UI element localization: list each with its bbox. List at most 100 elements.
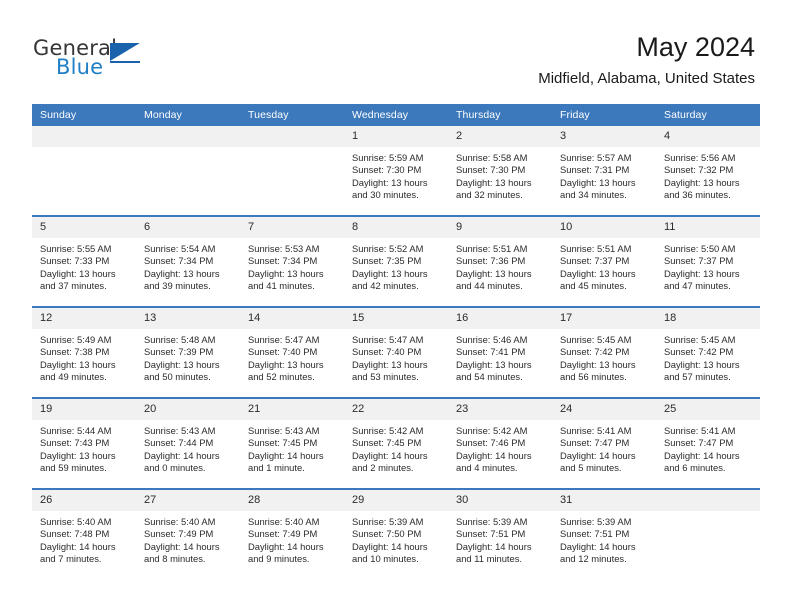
sunrise-text: Sunrise: 5:46 AM — [456, 334, 528, 345]
sunset-text: Sunset: 7:30 PM — [456, 164, 526, 176]
day-number: 5 — [32, 217, 136, 238]
calendar-day-cell[interactable]: 31 Sunrise: 5:39 AM Sunset: 7:51 PM Dayligh… — [552, 488, 656, 579]
sunset-text: Sunset: 7:48 PM — [40, 528, 110, 540]
sunset-text: Sunset: 7:31 PM — [560, 164, 630, 176]
calendar-day-cell[interactable]: 12 Sunrise: 5:49 AM Sunset: 7:38 PM Dayligh… — [32, 306, 136, 398]
day-number: 23 — [448, 399, 552, 420]
daylight-text-line1: Daylight: 14 hours — [40, 540, 116, 552]
daylight-text-line2: and 54 minutes. — [456, 371, 523, 383]
day-details: Sunrise: 5:47 AM Sunset: 7:40 PM Daylight:… — [344, 329, 448, 384]
daylight-text-line1: Daylight: 13 hours — [560, 176, 636, 188]
day-details: Sunrise: 5:58 AM Sunset: 7:30 PM Daylight:… — [448, 147, 552, 202]
calendar-day-cell[interactable]: 22 Sunrise: 5:42 AM Sunset: 7:45 PM Dayligh… — [344, 397, 448, 489]
daylight-text-line1: Daylight: 13 hours — [456, 267, 532, 279]
daylight-text-line2: and 4 minutes. — [456, 462, 518, 474]
sunrise-text: Sunrise: 5:40 AM — [144, 516, 216, 527]
sunset-text: Sunset: 7:45 PM — [248, 437, 318, 449]
day-details: Sunrise: 5:43 AM Sunset: 7:45 PM Daylight:… — [240, 420, 344, 475]
sunrise-text: Sunrise: 5:41 AM — [664, 425, 736, 436]
calendar-day-cell[interactable]: 16 Sunrise: 5:46 AM Sunset: 7:41 PM Dayligh… — [448, 306, 552, 398]
calendar-day-cell[interactable]: 6 Sunrise: 5:54 AM Sunset: 7:34 PM Daylight… — [136, 215, 240, 307]
calendar-day-cell[interactable]: 18 Sunrise: 5:45 AM Sunset: 7:42 PM Dayligh… — [656, 306, 760, 398]
calendar-day-cell[interactable]: 2 Sunrise: 5:58 AM Sunset: 7:30 PM Daylight… — [448, 126, 552, 216]
daylight-text-line2: and 36 minutes. — [664, 189, 731, 201]
calendar-day-cell[interactable]: 24 Sunrise: 5:41 AM Sunset: 7:47 PM Dayligh… — [552, 397, 656, 489]
day-details: Sunrise: 5:43 AM Sunset: 7:44 PM Daylight:… — [136, 420, 240, 475]
calendar-day-cell[interactable]: 21 Sunrise: 5:43 AM Sunset: 7:45 PM Dayligh… — [240, 397, 344, 489]
day-number: 3 — [552, 126, 656, 147]
daylight-text-line1: Daylight: 13 hours — [352, 176, 428, 188]
daylight-text-line2: and 53 minutes. — [352, 371, 419, 383]
daylight-text-line2: and 50 minutes. — [144, 371, 211, 383]
day-number — [656, 490, 760, 511]
day-number: 26 — [32, 490, 136, 511]
calendar-day-cell[interactable]: 3 Sunrise: 5:57 AM Sunset: 7:31 PM Daylight… — [552, 126, 656, 216]
sunrise-text: Sunrise: 5:43 AM — [144, 425, 216, 436]
calendar-day-cell[interactable]: 5 Sunrise: 5:55 AM Sunset: 7:33 PM Daylight… — [32, 215, 136, 307]
day-details: Sunrise: 5:45 AM Sunset: 7:42 PM Daylight:… — [552, 329, 656, 384]
calendar-day-cell[interactable]: 27 Sunrise: 5:40 AM Sunset: 7:49 PM Dayligh… — [136, 488, 240, 579]
day-details: Sunrise: 5:51 AM Sunset: 7:36 PM Daylight:… — [448, 238, 552, 293]
calendar-day-cell[interactable]: 23 Sunrise: 5:42 AM Sunset: 7:46 PM Dayligh… — [448, 397, 552, 489]
calendar-day-cell[interactable]: 28 Sunrise: 5:40 AM Sunset: 7:49 PM Dayligh… — [240, 488, 344, 579]
day-details: Sunrise: 5:51 AM Sunset: 7:37 PM Daylight:… — [552, 238, 656, 293]
calendar-day-cell[interactable]: 9 Sunrise: 5:51 AM Sunset: 7:36 PM Daylight… — [448, 215, 552, 307]
sunrise-text: Sunrise: 5:52 AM — [352, 243, 424, 254]
calendar-day-cell[interactable]: 10 Sunrise: 5:51 AM Sunset: 7:37 PM Dayligh… — [552, 215, 656, 307]
daylight-text-line1: Daylight: 13 hours — [144, 358, 220, 370]
calendar-day-cell[interactable]: 30 Sunrise: 5:39 AM Sunset: 7:51 PM Dayligh… — [448, 488, 552, 579]
day-details: Sunrise: 5:39 AM Sunset: 7:50 PM Daylight:… — [344, 511, 448, 566]
weekday-header-wednesday: Wednesday — [344, 104, 448, 126]
sunset-text: Sunset: 7:40 PM — [352, 346, 422, 358]
daylight-text-line2: and 49 minutes. — [40, 371, 107, 383]
calendar-day-cell[interactable]: 26 Sunrise: 5:40 AM Sunset: 7:48 PM Dayligh… — [32, 488, 136, 579]
day-details: Sunrise: 5:41 AM Sunset: 7:47 PM Daylight:… — [656, 420, 760, 475]
daylight-text-line2: and 34 minutes. — [560, 189, 627, 201]
calendar-day-cell[interactable]: 14 Sunrise: 5:47 AM Sunset: 7:40 PM Dayligh… — [240, 306, 344, 398]
calendar-day-cell[interactable]: 1 Sunrise: 5:59 AM Sunset: 7:30 PM Daylight… — [344, 126, 448, 216]
calendar-day-cell[interactable]: 11 Sunrise: 5:50 AM Sunset: 7:37 PM Dayligh… — [656, 215, 760, 307]
day-number: 24 — [552, 399, 656, 420]
day-details: Sunrise: 5:48 AM Sunset: 7:39 PM Daylight:… — [136, 329, 240, 384]
sunrise-sunset-calendar: Sunday Monday Tuesday Wednesday Thursday… — [32, 104, 760, 579]
calendar-week-row: 19 Sunrise: 5:44 AM Sunset: 7:43 PM Dayligh… — [32, 397, 760, 489]
day-details: Sunrise: 5:41 AM Sunset: 7:47 PM Daylight:… — [552, 420, 656, 475]
day-number: 9 — [448, 217, 552, 238]
daylight-text-line2: and 12 minutes. — [560, 553, 627, 565]
daylight-text-line2: and 11 minutes. — [456, 553, 523, 565]
calendar-cell-empty — [656, 488, 760, 579]
daylight-text-line1: Daylight: 13 hours — [40, 358, 116, 370]
sunrise-text: Sunrise: 5:58 AM — [456, 152, 528, 163]
sunrise-text: Sunrise: 5:45 AM — [560, 334, 632, 345]
calendar-week-row: 12 Sunrise: 5:49 AM Sunset: 7:38 PM Dayligh… — [32, 306, 760, 398]
sunset-text: Sunset: 7:47 PM — [664, 437, 734, 449]
calendar-day-cell[interactable]: 13 Sunrise: 5:48 AM Sunset: 7:39 PM Dayligh… — [136, 306, 240, 398]
day-number: 6 — [136, 217, 240, 238]
triangle-icon — [110, 43, 140, 61]
calendar-day-cell[interactable]: 7 Sunrise: 5:53 AM Sunset: 7:34 PM Daylight… — [240, 215, 344, 307]
sunset-text: Sunset: 7:33 PM — [40, 255, 110, 267]
daylight-text-line2: and 2 minutes. — [352, 462, 414, 474]
page-subtitle: Midfield, Alabama, United States — [538, 70, 755, 87]
calendar-day-cell[interactable]: 8 Sunrise: 5:52 AM Sunset: 7:35 PM Daylight… — [344, 215, 448, 307]
calendar-day-cell[interactable]: 4 Sunrise: 5:56 AM Sunset: 7:32 PM Daylight… — [656, 126, 760, 216]
calendar-day-cell[interactable]: 20 Sunrise: 5:43 AM Sunset: 7:44 PM Dayligh… — [136, 397, 240, 489]
calendar-day-cell[interactable]: 17 Sunrise: 5:45 AM Sunset: 7:42 PM Dayligh… — [552, 306, 656, 398]
daylight-text-line1: Daylight: 13 hours — [144, 267, 220, 279]
calendar-day-cell[interactable]: 15 Sunrise: 5:47 AM Sunset: 7:40 PM Dayligh… — [344, 306, 448, 398]
day-number: 30 — [448, 490, 552, 511]
calendar-day-cell[interactable]: 25 Sunrise: 5:41 AM Sunset: 7:47 PM Dayligh… — [656, 397, 760, 489]
day-number: 31 — [552, 490, 656, 511]
sunrise-text: Sunrise: 5:53 AM — [248, 243, 320, 254]
day-details: Sunrise: 5:56 AM Sunset: 7:32 PM Daylight:… — [656, 147, 760, 202]
calendar-day-cell[interactable]: 19 Sunrise: 5:44 AM Sunset: 7:43 PM Dayligh… — [32, 397, 136, 489]
page-title: May 2024 — [636, 32, 755, 62]
weekday-header-tuesday: Tuesday — [240, 104, 344, 126]
calendar-day-cell[interactable]: 29 Sunrise: 5:39 AM Sunset: 7:50 PM Dayligh… — [344, 488, 448, 579]
sunrise-text: Sunrise: 5:59 AM — [352, 152, 424, 163]
daylight-text-line1: Daylight: 13 hours — [352, 267, 428, 279]
logo-underline — [110, 61, 140, 63]
sunrise-text: Sunrise: 5:43 AM — [248, 425, 320, 436]
daylight-text-line2: and 57 minutes. — [664, 371, 731, 383]
day-details: Sunrise: 5:52 AM Sunset: 7:35 PM Daylight:… — [344, 238, 448, 293]
